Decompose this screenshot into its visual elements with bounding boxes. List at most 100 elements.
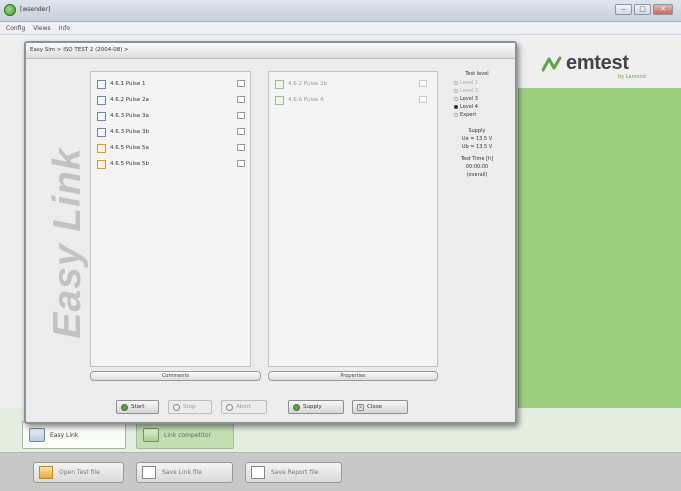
tab-link-competitor[interactable]: Link competitor <box>136 421 234 449</box>
test-time-info: Test Time [h] 00:00:00 (overall) <box>446 155 508 179</box>
test-time-value: 00:00:00 <box>465 164 489 170</box>
pulse-icon <box>97 143 106 153</box>
supply-label: Supply <box>303 404 322 410</box>
radio-icon <box>454 113 458 117</box>
pulse-label: 4.6.1 Pulse 1 <box>110 81 146 87</box>
test-time-heading: Test Time [h] <box>460 156 494 162</box>
pulse-checkbox[interactable] <box>237 160 245 167</box>
test-level-heading: Test level <box>465 71 489 77</box>
pulse-checkbox[interactable] <box>237 80 245 87</box>
dialog-titlebar: Easy Sim > ISO TEST 2 (2004-08) > <box>26 43 515 59</box>
tab-easy-link-label: Easy Link <box>50 431 79 439</box>
app-title: [wsender] <box>20 6 51 13</box>
easy-link-dialog: Easy Sim > ISO TEST 2 (2004-08) > Easy L… <box>24 41 517 424</box>
pulse-checkbox[interactable] <box>237 128 245 135</box>
pulse-icon <box>97 79 106 89</box>
pulse-label: 4.6.3 Pulse 3a <box>110 113 149 119</box>
level-1-radio[interactable]: Level 1 <box>446 79 508 87</box>
list-item[interactable]: 4.6.2 Pulse 2b <box>275 78 327 90</box>
level-3-radio[interactable]: Level 3 <box>446 95 508 103</box>
save-report-file-label: Save Report file <box>271 469 319 476</box>
list-item[interactable]: 4.6.1 Pulse 1 <box>97 78 145 90</box>
pulse-label: 4.6.5 Pulse 5b <box>110 161 149 167</box>
pulse-label: 4.6.5 Pulse 5a <box>110 145 149 151</box>
pulse-checkbox[interactable] <box>419 96 427 103</box>
pulse-list-left[interactable]: 4.6.1 Pulse 1 4.6.2 Pulse 2a 4.6.3 Pulse… <box>90 71 251 367</box>
list-item[interactable]: 4.6.6 Pulse 4 <box>275 94 323 106</box>
close-window-button[interactable]: ✕ <box>653 4 673 15</box>
supply-info: Supply Ua = 13.5 V Ub = 13.5 V <box>446 127 508 151</box>
expert-radio[interactable]: Expert <box>446 111 508 119</box>
pulse-label: 4.6.2 Pulse 2b <box>288 81 327 87</box>
brand-logo: emtest by Lamond <box>540 52 681 86</box>
green-background-panel <box>518 88 681 410</box>
supply-button[interactable]: Supply <box>288 400 344 414</box>
expert-label: Expert <box>460 112 477 118</box>
supply-heading: Supply <box>468 128 486 134</box>
radio-icon <box>454 97 458 101</box>
folder-icon <box>39 466 53 479</box>
pulse-checkbox[interactable] <box>237 144 245 151</box>
close-icon: × <box>357 403 364 411</box>
stop-icon <box>173 403 180 411</box>
maximize-button[interactable]: □ <box>634 4 651 15</box>
pulse-icon <box>97 127 106 137</box>
level-3-label: Level 3 <box>460 96 478 102</box>
tab-link-competitor-label: Link competitor <box>164 431 212 439</box>
comments-button[interactable]: Comments <box>90 371 261 381</box>
menu-views[interactable]: Views <box>33 22 50 34</box>
pulse-icon <box>97 159 106 169</box>
list-item[interactable]: 4.6.2 Pulse 2a <box>97 94 149 106</box>
abort-label: Abort <box>236 404 252 410</box>
save-report-file-button[interactable]: Save Report file <box>245 462 342 483</box>
abort-icon <box>226 403 233 411</box>
open-test-file-button[interactable]: Open Test file <box>33 462 124 483</box>
supply-ua: Ua = 13.5 V <box>461 136 493 142</box>
stop-button[interactable]: Stop <box>168 400 212 414</box>
supply-icon <box>293 403 300 411</box>
dialog-title: Easy Sim > ISO TEST 2 (2004-08) > <box>30 47 129 53</box>
pulse-checkbox[interactable] <box>237 112 245 119</box>
pulse-label: 4.6.2 Pulse 2a <box>110 97 149 103</box>
radio-icon <box>454 89 458 93</box>
start-button[interactable]: Start <box>116 400 159 414</box>
list-item[interactable]: 4.6.5 Pulse 5a <box>97 142 149 154</box>
pulse-list-right[interactable]: 4.6.2 Pulse 2b 4.6.6 Pulse 4 <box>268 71 438 367</box>
test-time-note: (overall) <box>466 172 488 178</box>
level-4-radio[interactable]: Level 4 <box>446 103 508 111</box>
pulse-checkbox[interactable] <box>419 80 427 87</box>
pulse-label: 4.6.6 Pulse 4 <box>288 97 324 103</box>
list-item[interactable]: 4.6.5 Pulse 5b <box>97 158 149 170</box>
brand-tagline: by Lamond <box>618 74 646 80</box>
pulse-checkbox[interactable] <box>237 96 245 103</box>
test-settings-column: Test level Level 1 Level 2 Level 3 Level… <box>446 71 508 179</box>
level-4-label: Level 4 <box>460 104 478 110</box>
level-2-radio[interactable]: Level 2 <box>446 87 508 95</box>
close-button[interactable]: × Close <box>352 400 408 414</box>
close-label: Close <box>367 404 382 410</box>
menu-info[interactable]: Info <box>59 22 70 34</box>
brand-name: emtest <box>566 52 629 74</box>
list-item[interactable]: 4.6.3 Pulse 3b <box>97 126 149 138</box>
window-controls: ‒ □ ✕ <box>615 4 673 15</box>
app-icon <box>4 4 16 16</box>
easy-link-icon <box>29 428 45 442</box>
properties-button[interactable]: Properties <box>268 371 438 381</box>
menu-bar: Config Views Info <box>0 22 681 35</box>
abort-button[interactable]: Abort <box>221 400 267 414</box>
emtest-logo-icon <box>542 56 562 72</box>
save-icon <box>142 466 156 479</box>
minimize-button[interactable]: ‒ <box>615 4 632 15</box>
pulse-icon <box>97 111 106 121</box>
open-test-file-label: Open Test file <box>59 469 100 476</box>
supply-ub: Ub = 13.5 V <box>461 144 493 150</box>
pulse-icon <box>275 79 284 89</box>
stop-label: Stop <box>183 404 196 410</box>
radio-icon <box>454 81 458 85</box>
list-item[interactable]: 4.6.3 Pulse 3a <box>97 110 149 122</box>
tab-easy-link[interactable]: Easy Link <box>22 421 126 449</box>
pulse-icon <box>97 95 106 105</box>
menu-config[interactable]: Config <box>6 22 25 34</box>
save-link-file-button[interactable]: Save Link file <box>136 462 233 483</box>
report-icon <box>251 466 265 479</box>
